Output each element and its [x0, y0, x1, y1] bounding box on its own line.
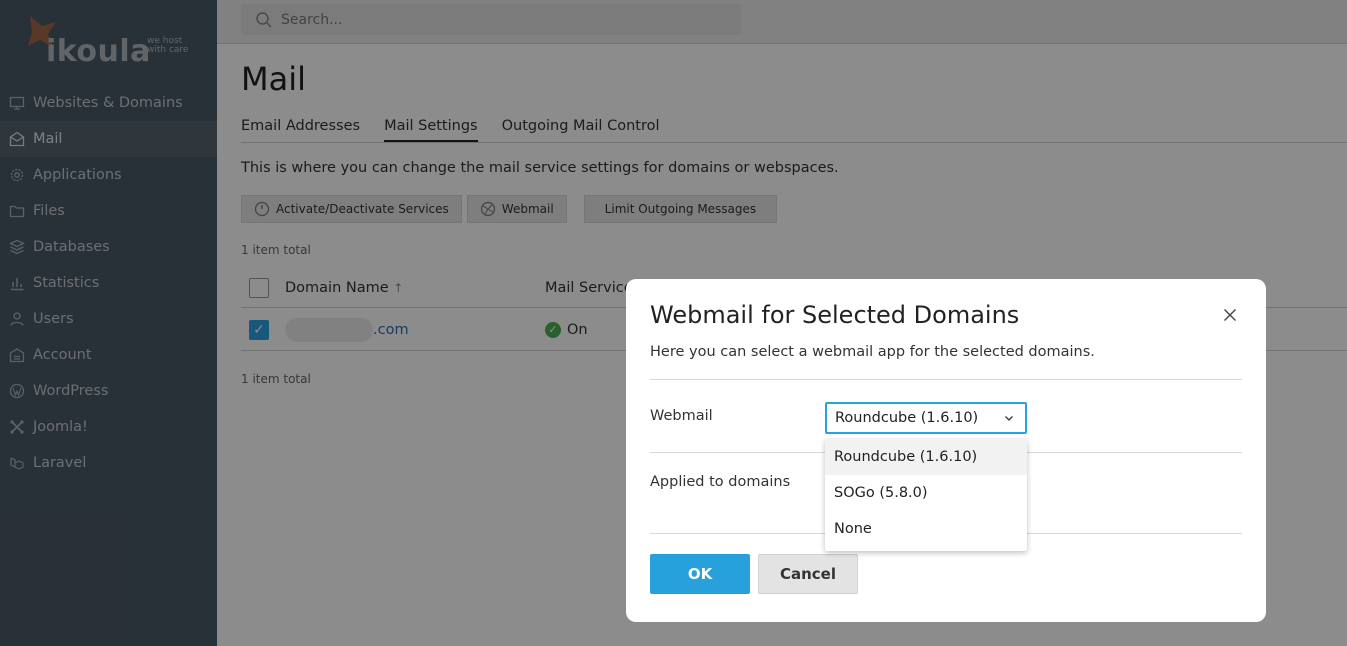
close-button[interactable]: [1220, 305, 1240, 325]
cancel-button[interactable]: Cancel: [758, 554, 858, 594]
close-icon: [1224, 309, 1236, 321]
dialog-description: Here you can select a webmail app for th…: [650, 344, 1095, 360]
webmail-dialog: Webmail for Selected Domains Here you ca…: [626, 279, 1266, 622]
option-roundcube[interactable]: Roundcube (1.6.10): [825, 439, 1027, 475]
webmail-options-dropdown: Roundcube (1.6.10) SOGo (5.8.0) None: [825, 439, 1027, 551]
ok-button[interactable]: OK: [650, 554, 750, 594]
option-sogo[interactable]: SOGo (5.8.0): [825, 475, 1027, 511]
webmail-label: Webmail: [650, 408, 713, 424]
chevron-down-icon: [1005, 416, 1013, 421]
divider: [650, 379, 1242, 380]
option-none[interactable]: None: [825, 511, 1027, 547]
webmail-select[interactable]: Roundcube (1.6.10): [825, 402, 1027, 434]
dialog-title: Webmail for Selected Domains: [650, 301, 1020, 329]
applied-to-domains-label: Applied to domains: [650, 474, 791, 490]
